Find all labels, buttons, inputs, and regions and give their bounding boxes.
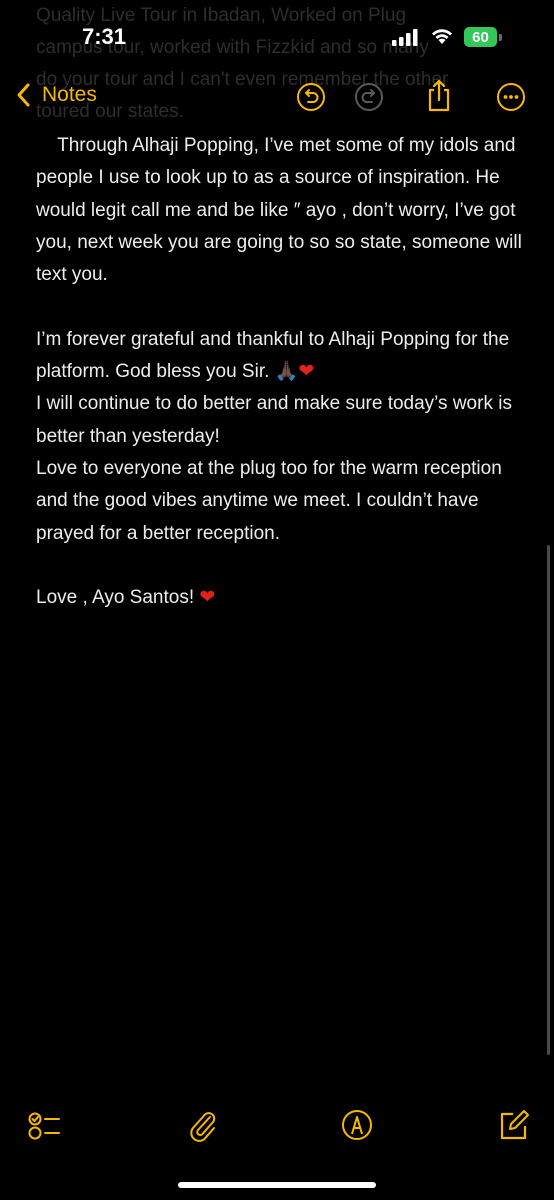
undo-icon[interactable] (296, 82, 326, 112)
note-paragraph: I’m forever grateful and thankful to Alh… (36, 324, 526, 389)
heart-emoji: ❤ (199, 587, 216, 609)
compose-icon[interactable] (496, 1108, 530, 1142)
heart-emoji: ❤ (298, 361, 315, 383)
home-indicator[interactable] (178, 1182, 376, 1188)
note-paragraph-text: I’m forever grateful and thankful to Alh… (36, 328, 515, 383)
note-paragraph: I will continue to do better and make su… (36, 393, 518, 447)
attachment-icon[interactable] (186, 1108, 220, 1142)
note-signoff: Love , Ayo Santos! ❤ (36, 582, 526, 614)
back-button[interactable]: Notes (14, 82, 97, 108)
scroll-indicator[interactable] (547, 545, 550, 1055)
signoff-text: Love , Ayo Santos! (36, 587, 200, 609)
navigation-bar: Notes (0, 74, 554, 124)
more-options-icon[interactable] (496, 82, 526, 112)
battery-level: 60 (464, 27, 497, 47)
checklist-icon[interactable] (26, 1108, 60, 1142)
battery-tip (499, 34, 502, 41)
share-icon[interactable] (424, 78, 454, 112)
bottom-toolbar (0, 1108, 554, 1148)
chevron-left-icon (17, 83, 30, 107)
status-bar: 7:31 60 (0, 0, 554, 70)
markup-pen-icon[interactable] (340, 1108, 374, 1142)
cellular-signal-icon (392, 29, 418, 46)
back-label: Notes (42, 83, 97, 106)
wifi-icon (432, 29, 452, 44)
redo-icon[interactable] (354, 82, 384, 112)
battery-indicator: 60 (464, 27, 502, 47)
status-time: 7:31 (82, 24, 127, 49)
note-paragraph: Through Alhaji Popping, I’ve met some of… (36, 135, 528, 286)
note-body[interactable]: Through Alhaji Popping, I’ve met some of… (36, 130, 526, 614)
note-paragraph: Love to everyone at the plug too for the… (36, 457, 508, 544)
